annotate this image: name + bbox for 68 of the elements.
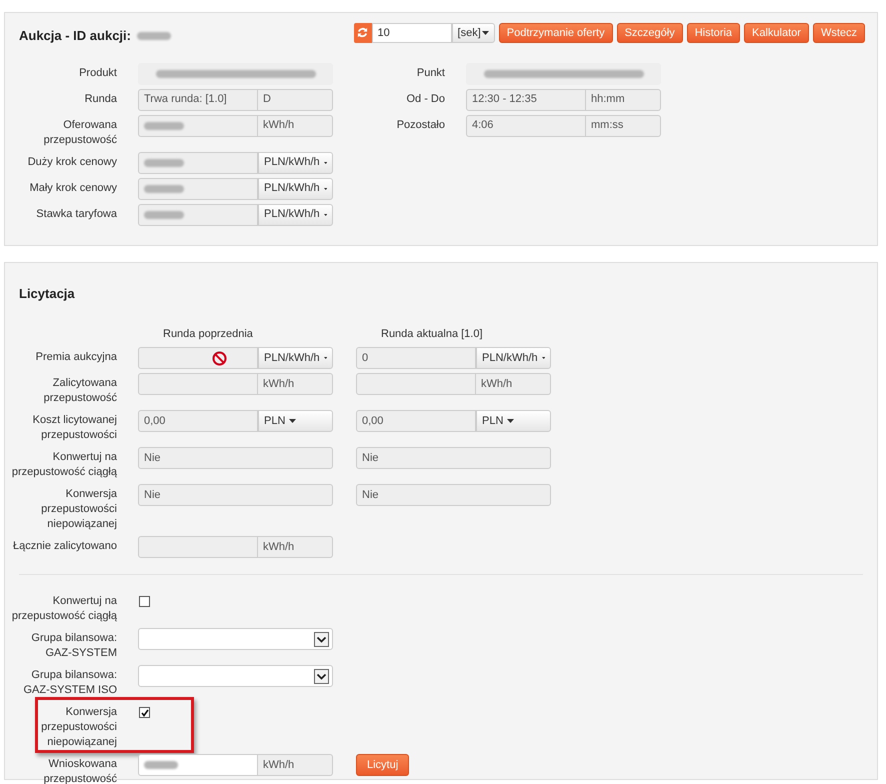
- caret-icon: [324, 186, 327, 190]
- field-label: Duży krok cenowy: [26, 154, 117, 170]
- refresh-icon: [357, 27, 368, 38]
- unit-dropdown[interactable]: [sek]: [452, 22, 495, 43]
- field-label: Wnioskowana przepustowość: [42, 757, 117, 784]
- unit-field: kWh/h: [258, 754, 333, 776]
- field-label: Premia aukcyjna: [34, 350, 117, 365]
- field-label: Produkt: [78, 66, 117, 80]
- value-field: Nie: [356, 447, 551, 469]
- input-field[interactable]: [138, 754, 258, 776]
- field-label: Konwertuj na przepustowość ciągłą: [10, 450, 117, 480]
- checkbox[interactable]: [139, 707, 150, 718]
- value-field: 0,00: [138, 410, 258, 432]
- field-label: Konwersja przepustowości niepowiązanej: [40, 487, 117, 532]
- field-label: Od - Do: [405, 92, 445, 106]
- unit-field: D: [258, 88, 333, 110]
- value-field: 0: [356, 347, 476, 369]
- select-field[interactable]: [138, 628, 333, 650]
- unit-dropdown[interactable]: PLN/kWh/h: [476, 347, 551, 369]
- field-label: Runda: [84, 92, 117, 106]
- value-field: Nie: [138, 484, 333, 506]
- unit-dropdown[interactable]: PLN/kWh/h: [258, 178, 333, 200]
- field-label: Grupa bilansowa: GAZ-SYSTEM: [30, 631, 117, 661]
- interval-input[interactable]: 10: [372, 22, 452, 43]
- field-label: Łącznie zalicytowano: [12, 539, 117, 554]
- unit-field: mm:ss: [586, 114, 661, 136]
- value-field: Trwa runda: [1.0]: [138, 88, 258, 110]
- unit-dropdown[interactable]: PLN: [476, 410, 551, 432]
- unit-dropdown[interactable]: PLN/kWh/h: [258, 152, 333, 174]
- unit-field: kWh/h: [258, 373, 333, 395]
- field-label: Punkt: [416, 66, 445, 80]
- checkbox[interactable]: [139, 596, 150, 607]
- field-label: Stawka taryfowa: [35, 206, 117, 222]
- caret-icon: [507, 419, 514, 423]
- unit-dropdown[interactable]: PLN/kWh/h: [258, 347, 333, 369]
- unit-field: kWh/h: [258, 536, 333, 558]
- value-field: Nie: [138, 447, 333, 469]
- field-label: Konwersja przepustowości niepowiązanej: [40, 705, 117, 750]
- unit-field: kWh/h: [258, 114, 333, 136]
- caret-icon: [324, 160, 327, 164]
- refresh-button[interactable]: [354, 22, 372, 43]
- field-label: Konwertuj na przepustowość ciągłą: [10, 594, 117, 624]
- field-label: Mały krok cenowy: [28, 180, 117, 196]
- caret-icon: [289, 419, 296, 423]
- unit-field: hh:mm: [586, 88, 661, 110]
- value-field: Nie: [356, 484, 551, 506]
- caret-icon: [542, 356, 545, 360]
- caret-icon: [482, 30, 489, 35]
- panel-title: Aukcja - ID aukcji:: [19, 27, 131, 45]
- unit-dropdown[interactable]: PLN: [258, 410, 333, 432]
- panel-title: Licytacja: [18, 285, 75, 303]
- field-label: Grupa bilansowa: GAZ-SYSTEM ISO: [22, 668, 117, 698]
- column-header: Runda poprzednia: [163, 326, 254, 342]
- unit-dropdown[interactable]: PLN/kWh/h: [258, 204, 333, 226]
- field-label: Oferowana przepustowość: [42, 118, 117, 148]
- value-field: 12:30 - 12:35: [466, 88, 586, 110]
- field-label: Pozostało: [396, 118, 445, 132]
- select-field[interactable]: [138, 665, 333, 687]
- column-header: Runda aktualna [1.0]: [381, 326, 484, 342]
- caret-icon: [324, 212, 327, 216]
- field-label: Koszt licytowanej przepustowości: [32, 413, 117, 443]
- field-label: Zalicytowana przepustowość: [42, 376, 117, 406]
- chevron-down-icon: [314, 668, 329, 684]
- caret-icon: [324, 356, 327, 360]
- unit-field: kWh/h: [476, 373, 551, 395]
- value-field: 0,00: [356, 410, 476, 432]
- chevron-down-icon: [314, 632, 329, 646]
- value-field: 4:06: [466, 114, 586, 136]
